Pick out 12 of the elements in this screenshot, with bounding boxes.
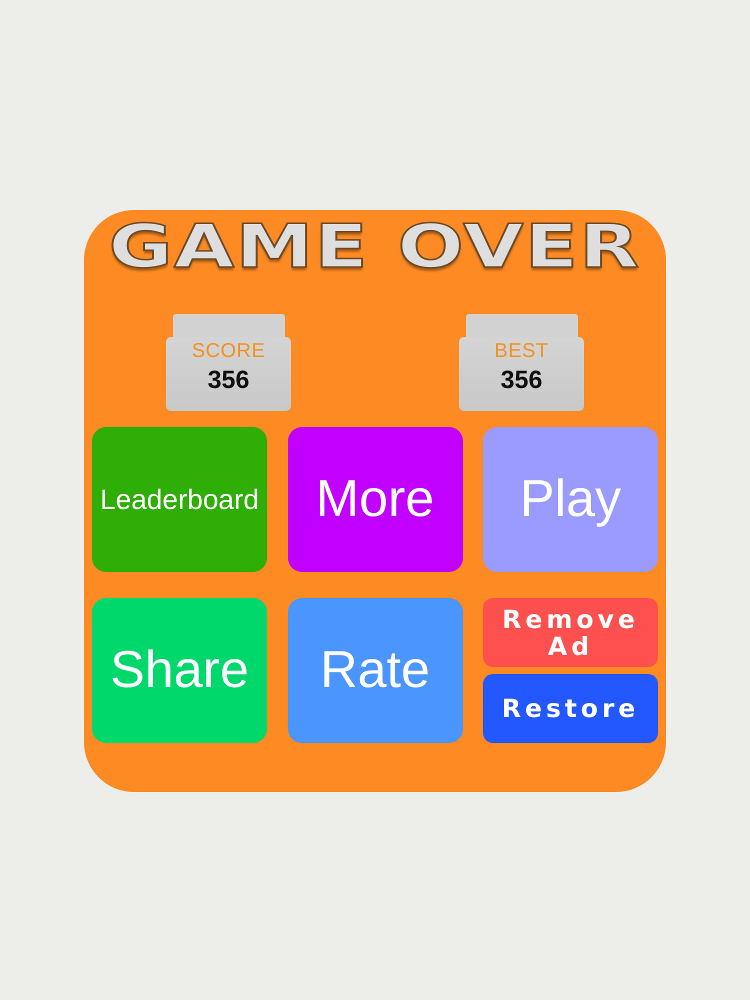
menu-button[interactable]: Share <box>92 598 267 743</box>
stat-value: 356 <box>208 366 250 394</box>
stat-label: SCORE <box>192 340 266 362</box>
menu-button[interactable]: More <box>288 427 462 572</box>
menu-button[interactable]: Remove Ad <box>483 598 658 667</box>
menu-button[interactable]: Play <box>483 427 658 572</box>
menu-button[interactable]: Restore <box>483 674 658 743</box>
menu-button[interactable]: Leaderboard <box>92 427 267 572</box>
game-over-title: GAME OVER <box>108 217 642 277</box>
stat-label: BEST <box>494 340 549 362</box>
stat-value: 356 <box>500 366 542 394</box>
menu-button[interactable]: Rate <box>288 598 462 743</box>
